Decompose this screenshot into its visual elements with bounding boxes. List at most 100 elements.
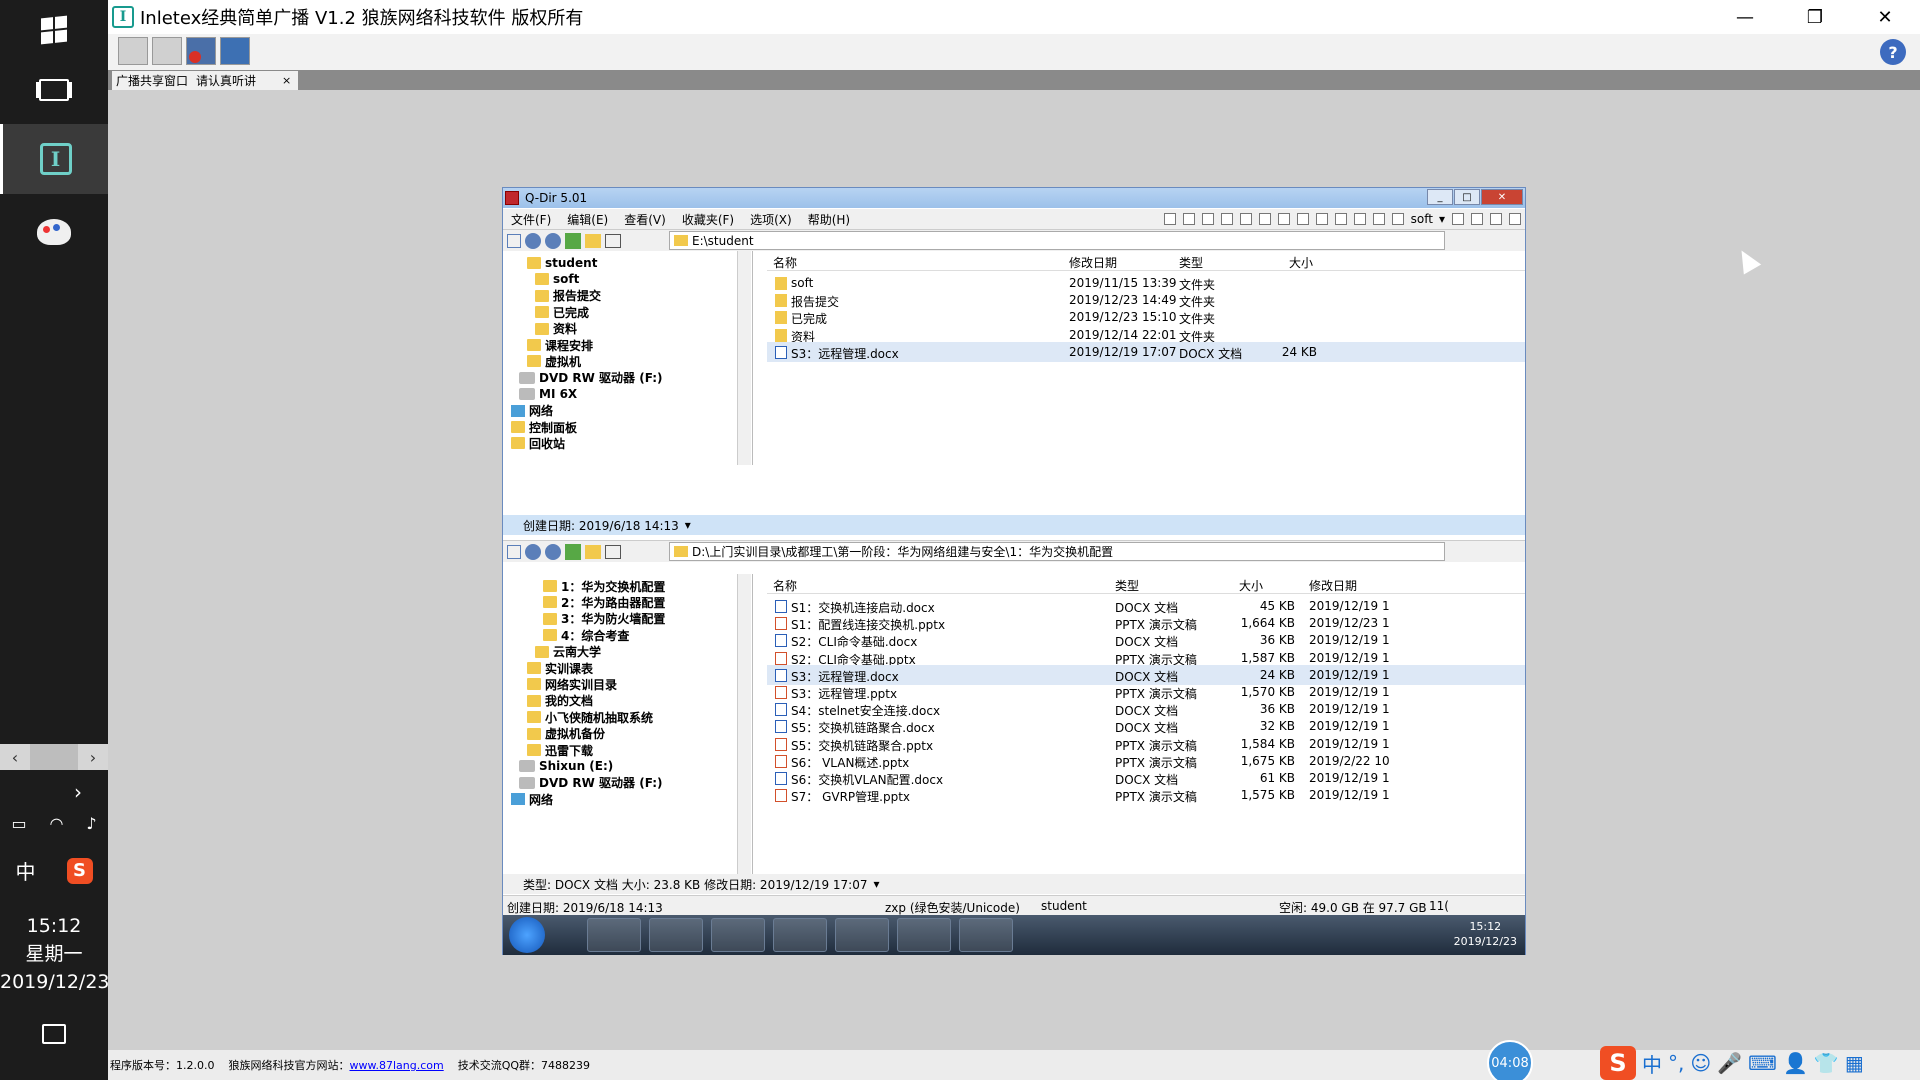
star-icon[interactable] xyxy=(1471,213,1483,225)
menu-edit[interactable]: 编辑(E) xyxy=(567,211,608,228)
layout-4-icon[interactable] xyxy=(1220,213,1233,225)
favorites-select[interactable]: soft ▾ xyxy=(1411,212,1445,226)
tools-icon[interactable] xyxy=(1490,213,1502,225)
menu-help[interactable]: 帮助(H) xyxy=(808,211,850,228)
toolbar-draw-button[interactable] xyxy=(220,37,250,65)
layout-7-icon[interactable] xyxy=(1277,213,1290,225)
help-icon[interactable]: ? xyxy=(1880,39,1906,65)
file-row[interactable]: S3：远程管理.docx 2019/12/19 17:07 DOCX 文档 24 KB xyxy=(767,341,1525,362)
volume-icon[interactable]: ♪ xyxy=(86,814,96,833)
remote-taskbar-feiq[interactable] xyxy=(835,918,889,952)
file-row[interactable]: S7： GVRP管理.pptx PPTX 演示文稿 1,575 KB 2019/12/… xyxy=(767,785,1525,805)
close-button[interactable]: ✕ xyxy=(1850,0,1920,34)
back-icon[interactable] xyxy=(525,232,541,249)
col-name[interactable]: 名称 xyxy=(773,254,797,271)
qdir-minimize-button[interactable]: _ xyxy=(1427,189,1453,205)
taskbar-app-broadcast[interactable]: I xyxy=(0,124,108,194)
menu-view[interactable]: 查看(V) xyxy=(624,211,666,228)
qdir-close-button[interactable]: ✕ xyxy=(1481,189,1523,205)
panel-icon[interactable] xyxy=(1509,213,1521,225)
taskbar-app-paint[interactable] xyxy=(0,204,108,260)
bottom-address-bar[interactable]: D:\上门实训目录\成都理工\第一阶段：华为网络组建与安全\1：华为交换机配置 xyxy=(669,542,1445,561)
remote-taskbar-computer[interactable] xyxy=(587,918,641,952)
broadcast-timer[interactable]: 04:08 xyxy=(1487,1040,1533,1080)
up-folder-icon[interactable] xyxy=(565,232,581,249)
toolbar-stop-broadcast-button[interactable] xyxy=(186,37,216,65)
ime-item-user[interactable]: 👤 xyxy=(1783,1051,1808,1075)
col-type[interactable]: 类型 xyxy=(1179,254,1203,271)
notification-center-icon[interactable] xyxy=(42,1024,66,1044)
ime-item-punct[interactable]: °, xyxy=(1668,1051,1684,1075)
ime-item-lang[interactable]: 中 xyxy=(1642,1049,1662,1078)
remote-taskbar-explorer[interactable] xyxy=(897,918,951,952)
new-folder-icon[interactable] xyxy=(585,233,601,248)
bottom-tree-scrollbar[interactable] xyxy=(737,574,751,874)
ime-mode-label[interactable]: 中 xyxy=(16,856,36,885)
layout-5-icon[interactable] xyxy=(1239,213,1252,225)
col-type[interactable]: 类型 xyxy=(1115,577,1139,594)
layout-10-icon[interactable] xyxy=(1334,213,1347,225)
minimize-button[interactable]: — xyxy=(1710,0,1780,34)
col-name[interactable]: 名称 xyxy=(773,577,797,594)
layout-11-icon[interactable] xyxy=(1353,213,1366,225)
layout-1-icon[interactable] xyxy=(1163,213,1176,225)
col-size[interactable]: 大小 xyxy=(1239,577,1263,594)
battery-icon[interactable]: ▭ xyxy=(11,814,26,833)
layout-12-icon[interactable] xyxy=(1372,213,1385,225)
remote-taskbar-wps[interactable] xyxy=(959,918,1013,952)
layout-3-icon[interactable] xyxy=(1201,213,1214,225)
remote-taskbar-broadcast[interactable] xyxy=(773,918,827,952)
col-date[interactable]: 修改日期 xyxy=(1309,577,1357,594)
menu-file[interactable]: 文件(F) xyxy=(511,211,551,228)
wifi-icon[interactable]: ◠ xyxy=(49,814,63,833)
view-mode-icon[interactable] xyxy=(605,233,621,248)
ime-item-skin[interactable]: 👕 xyxy=(1814,1051,1839,1075)
tree-item[interactable]: 回收站 xyxy=(511,433,565,453)
col-size[interactable]: 大小 xyxy=(1289,254,1313,271)
top-tree-scrollbar[interactable] xyxy=(737,251,751,465)
chevron-down-icon[interactable]: ▾ xyxy=(685,518,691,532)
back-icon[interactable] xyxy=(525,543,541,560)
maximize-button[interactable]: ❐ xyxy=(1780,0,1850,34)
layout-13-icon[interactable] xyxy=(1391,213,1404,225)
top-address-bar[interactable]: E:\student xyxy=(669,231,1445,250)
scroll-right-icon[interactable]: › xyxy=(78,744,108,770)
remote-clock[interactable]: 15:12 2019/12/23 xyxy=(1454,919,1517,949)
ime-item-voice[interactable]: 🎤 xyxy=(1717,1051,1742,1075)
menu-options[interactable]: 选项(X) xyxy=(750,211,792,228)
view-mode-icon[interactable] xyxy=(605,544,621,559)
start-button[interactable] xyxy=(0,10,108,50)
toolbar-start-broadcast-button[interactable] xyxy=(118,37,148,65)
remote-taskbar-qdir[interactable] xyxy=(649,918,703,952)
layout-8-icon[interactable] xyxy=(1296,213,1309,225)
scroll-track[interactable] xyxy=(30,744,78,770)
menu-favorites[interactable]: 收藏夹(F) xyxy=(682,211,734,228)
layout-2-icon[interactable] xyxy=(1182,213,1195,225)
new-folder-icon[interactable] xyxy=(585,544,601,559)
remote-taskbar-chrome[interactable] xyxy=(711,918,765,952)
print-icon[interactable] xyxy=(1452,213,1464,225)
show-hidden-icons-chevron-icon[interactable]: › xyxy=(74,780,82,804)
ime-item-emoji[interactable]: ☺ xyxy=(1690,1051,1711,1075)
forward-icon[interactable] xyxy=(545,543,561,560)
layout-9-icon[interactable] xyxy=(1315,213,1328,225)
sogou-ime-icon[interactable]: S xyxy=(66,857,93,884)
system-clock[interactable]: 15:12 星期一 2019/12/23 xyxy=(0,912,110,996)
layout-6-icon[interactable] xyxy=(1258,213,1271,225)
tree-item[interactable]: 网络 xyxy=(511,789,553,809)
col-date[interactable]: 修改日期 xyxy=(1069,254,1117,271)
tab-close-icon[interactable]: × xyxy=(282,74,291,87)
ime-item-toolbox[interactable]: ▦ xyxy=(1845,1051,1864,1075)
task-view-button[interactable] xyxy=(0,70,108,110)
chevron-down-icon[interactable]: ▾ xyxy=(874,877,880,891)
toolbar-pause-broadcast-button[interactable] xyxy=(152,37,182,65)
pane-view-icon[interactable] xyxy=(507,544,521,559)
sogou-logo-icon[interactable]: S xyxy=(1600,1046,1636,1080)
status-site-link[interactable]: www.87lang.com xyxy=(349,1059,443,1072)
forward-icon[interactable] xyxy=(545,232,561,249)
ime-item-keyboard[interactable]: ⌨ xyxy=(1748,1051,1777,1075)
scroll-left-icon[interactable]: ‹ xyxy=(0,744,30,770)
remote-start-orb-icon[interactable] xyxy=(509,917,545,953)
tab-broadcast-window[interactable]: 广播共享窗口 请认真听讲 × xyxy=(112,71,298,90)
qdir-maximize-button[interactable]: □ xyxy=(1454,189,1480,205)
